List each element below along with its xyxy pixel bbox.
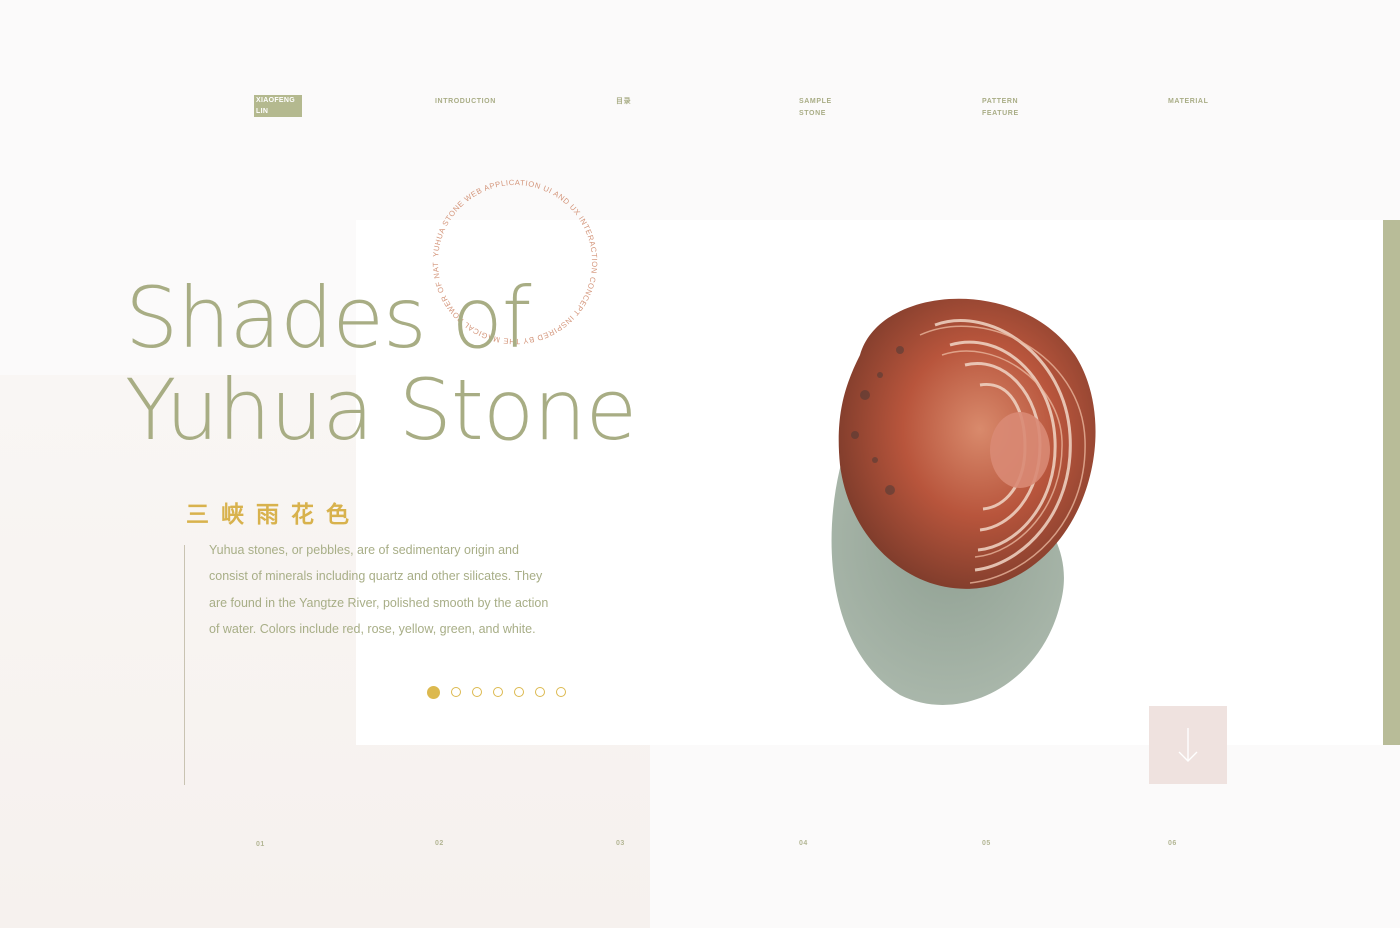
stone-image xyxy=(831,298,1096,705)
logo[interactable]: XIAOFENG LIN xyxy=(254,95,302,117)
description: Yuhua stones, or pebbles, are of sedimen… xyxy=(209,543,549,636)
section-number-04[interactable]: 04 xyxy=(799,840,808,847)
scroll-down-button[interactable] xyxy=(1149,706,1227,784)
section-number-06[interactable]: 06 xyxy=(1168,840,1177,847)
title-line2: Yuhua Stone xyxy=(125,361,637,459)
nav-material[interactable]: MATERIAL xyxy=(1168,96,1248,108)
slide-dot-5[interactable] xyxy=(514,687,524,697)
side-accent-bar xyxy=(1383,220,1400,745)
logo-line2: LIN xyxy=(256,108,269,115)
nav-sample-stone[interactable]: SAMPLE STONE xyxy=(799,96,879,120)
section-number-03[interactable]: 03 xyxy=(616,840,625,847)
slide-dot-3[interactable] xyxy=(472,687,482,697)
arrow-down-icon xyxy=(1178,728,1198,762)
divider-line xyxy=(184,545,185,785)
section-number-01[interactable]: 01 xyxy=(256,841,265,848)
nav-introduction[interactable]: INTRODUCTION xyxy=(435,96,515,108)
page-title: Shades of Yuhua Stone xyxy=(125,269,637,459)
title-line1: Shades of xyxy=(125,269,531,367)
nav-pattern-feature[interactable]: PATTERN FEATURE xyxy=(982,96,1062,120)
nav-contents[interactable]: 目录 xyxy=(616,96,696,108)
slide-dot-4[interactable] xyxy=(493,687,503,697)
section-number-02[interactable]: 02 xyxy=(435,840,444,847)
logo-line1: XIAOFENG xyxy=(256,97,295,104)
slide-dot-1[interactable] xyxy=(427,686,440,699)
chinese-subtitle: 三峡雨花色 xyxy=(186,502,361,528)
slide-dot-6[interactable] xyxy=(535,687,545,697)
slide-dot-7[interactable] xyxy=(556,687,566,697)
slide-dot-2[interactable] xyxy=(451,687,461,697)
section-number-05[interactable]: 05 xyxy=(982,840,991,847)
slide-pagination xyxy=(427,686,566,699)
